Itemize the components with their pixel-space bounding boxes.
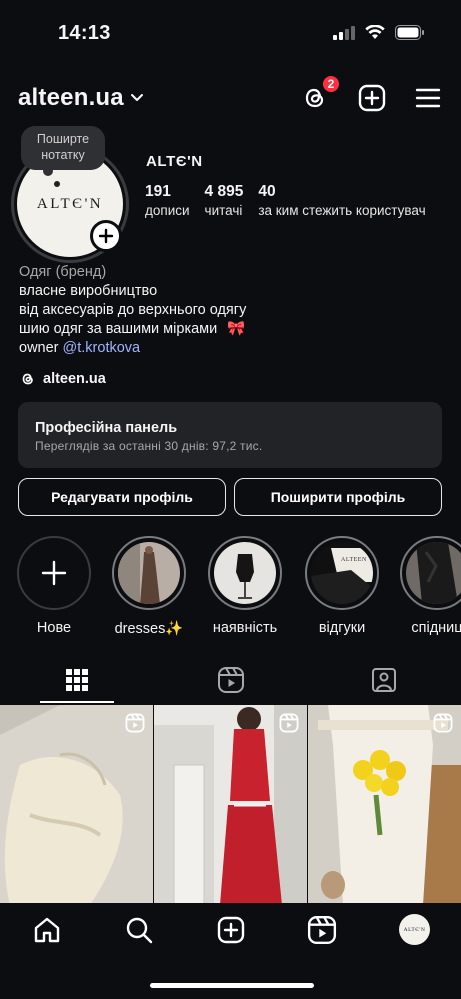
plus-square-icon [358,84,386,112]
username-label: alteen.ua [18,84,124,111]
battery-icon [395,25,424,40]
bio-line: власне виробництво [19,283,158,299]
nav-home[interactable] [32,915,62,945]
pro-panel-title: Професійна панель [35,420,178,436]
post-thumbnail[interactable] [154,705,307,905]
profile-display-name: ALTЄ'N [146,153,203,170]
home-icon [34,917,60,943]
tab-posts-grid[interactable] [0,657,154,703]
highlight-label: dresses✨ [114,621,184,637]
highlight-label: наявність [212,620,278,636]
bio-category: Одяг (бренд) [19,264,107,280]
plus-square-icon [217,916,245,944]
highlight-circle [112,536,186,610]
highlight-label: відгуки [318,620,366,636]
grid-icon [66,669,88,691]
chevron-down-icon [130,94,143,101]
highlight-thumb-text: ALTEEN [341,557,367,563]
avatar-logo-text: ALTЄ'N [36,195,104,212]
stat-following[interactable]: 40 за ким стежить користувач [258,183,425,218]
cellular-signal-icon [333,25,355,40]
hamburger-menu-icon [415,88,441,108]
pro-panel-subtitle: Переглядів за останні 30 днів: 97,2 тис. [35,439,263,453]
highlight-circle [17,536,91,610]
threads-profile-link[interactable]: alteen.ua [19,370,106,388]
create-button[interactable] [356,82,388,114]
highlight-add [23,542,85,604]
stat-label: читачі [204,203,243,218]
tab-tagged[interactable] [307,657,461,703]
highlight-circle [208,536,282,610]
highlight-available[interactable]: наявність [206,536,284,636]
highlight-thumbnail [118,542,180,604]
stat-value: 4 895 [204,183,244,200]
reel-indicator-icon [125,713,145,738]
professional-dashboard[interactable]: Професійна панель Переглядів за останні … [18,402,442,468]
reels-icon [218,667,244,693]
highlight-circle [400,536,461,610]
status-bar: 14:13 [0,0,461,70]
active-tab-indicator [40,701,114,703]
reels-icon [307,915,337,945]
nav-create[interactable] [216,915,246,945]
search-icon [126,917,153,944]
reel-indicator-icon [433,713,453,738]
bio-line-with-emoji: шию одяг за вашими мірками 🎀 [19,320,449,339]
note-bubble[interactable]: Поширте нотатку [21,126,105,176]
stat-value: 40 [258,183,276,200]
nav-profile-avatar[interactable]: ALTЄ'N [399,914,430,945]
highlight-label: Нове [36,620,72,636]
highlight-dresses[interactable]: dresses✨ [110,536,188,637]
highlight-thumbnail [406,542,461,604]
edit-profile-button[interactable]: Редагувати профіль [18,478,226,516]
profile-stats: 191 дописи 4 895 читачі 40 за ким стежит… [145,183,441,218]
profile-actions: Редагувати профіль Поширити профіль [18,478,442,516]
status-icons [333,25,425,40]
highlight-skirts[interactable]: спідниц [398,536,461,636]
add-story-button[interactable] [90,220,122,252]
stat-label: дописи [145,203,190,218]
highlight-label: спідниц [411,620,461,636]
stat-followers[interactable]: 4 895 читачі [205,183,244,218]
owner-mention-link[interactable]: @t.krotkova [63,340,141,356]
threads-handle: alteen.ua [43,371,106,387]
nav-search[interactable] [124,915,154,945]
bio-owner-line: owner @t.krotkova [19,339,449,358]
account-switcher[interactable]: alteen.ua [18,84,144,112]
bio-line: від аксесуарів до верхнього одягу [19,302,247,318]
menu-button[interactable] [412,82,444,114]
ribbon-emoji: 🎀 [227,321,246,337]
plus-icon [98,228,114,244]
notification-badge: 2 [321,74,341,94]
threads-icon [22,373,33,385]
plus-icon [41,560,67,586]
stat-label: за ким стежить користувач [258,203,426,218]
avatar-logo-dot [54,181,60,187]
highlight-circle: ALTEEN [305,536,379,610]
profile-bio: Одяг (бренд) власне виробництво від аксе… [19,263,449,358]
stat-value: 191 [145,183,171,200]
highlight-new[interactable]: Нове [15,536,93,636]
share-profile-button[interactable]: Поширити профіль [234,478,442,516]
threads-button[interactable]: 2 [299,74,341,114]
post-thumbnail[interactable] [0,705,153,905]
profile-header: alteen.ua 2 [0,74,461,122]
nav-reels[interactable] [307,915,337,945]
tagged-person-icon [372,668,396,692]
post-thumbnail[interactable] [308,705,461,905]
wifi-icon [365,25,385,39]
status-time: 14:13 [58,22,111,44]
story-highlights: Нове dresses✨ наявність ALTEEN відгуки с… [0,536,461,640]
highlight-thumbnail [214,542,276,604]
bio-owner-prefix: owner [19,340,59,356]
reel-indicator-icon [279,713,299,738]
highlight-reviews[interactable]: ALTEEN відгуки [303,536,381,636]
highlight-thumbnail: ALTEEN [311,542,373,604]
bio-line: шию одяг за вашими мірками [19,321,218,337]
tab-reels[interactable] [154,657,308,703]
stat-posts[interactable]: 191 дописи [145,183,190,218]
home-indicator [150,983,314,988]
posts-grid [0,705,461,905]
profile-tabs [0,657,461,703]
